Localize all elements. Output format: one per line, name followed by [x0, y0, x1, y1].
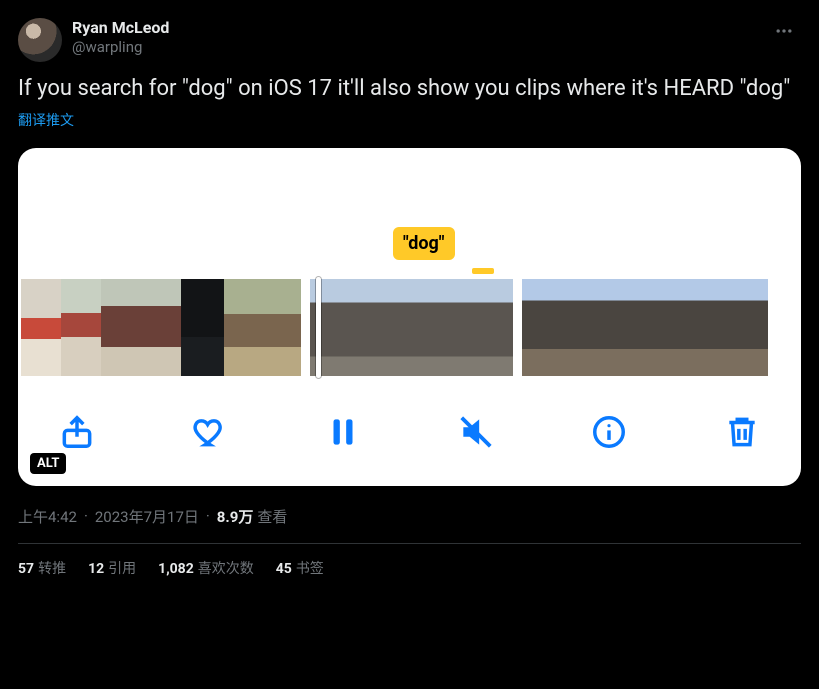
clip-group[interactable] — [522, 279, 768, 376]
display-name: Ryan McLeod — [72, 18, 169, 38]
translate-link[interactable]: 翻译推文 — [18, 110, 801, 130]
tweet-text: If you search for "dog" on iOS 17 it'll … — [18, 74, 801, 104]
info-icon — [590, 413, 628, 451]
thumbnail — [604, 279, 645, 376]
timestamp-time[interactable]: 上午4:42 — [18, 506, 77, 527]
thumbnail — [458, 279, 513, 376]
pause-icon — [324, 413, 362, 451]
video-timeline[interactable] — [18, 279, 801, 376]
user-handle: @warpling — [72, 38, 169, 57]
thumbnail — [141, 279, 181, 376]
playhead[interactable] — [316, 277, 321, 378]
stats-row: 57转推 12引用 1,082喜欢次数 45书签 — [18, 558, 801, 578]
share-button[interactable] — [58, 413, 96, 451]
divider — [18, 543, 801, 544]
bookmarks-stat[interactable]: 45书签 — [276, 558, 324, 578]
retweets-stat[interactable]: 57转推 — [18, 558, 66, 578]
tweet-container: Ryan McLeod @warpling If you search for … — [0, 0, 819, 578]
thumbnail — [522, 279, 563, 376]
likes-stat[interactable]: 1,082喜欢次数 — [158, 558, 254, 578]
thumbnail — [403, 279, 458, 376]
delete-button[interactable] — [723, 413, 761, 451]
thumbnail — [264, 279, 301, 376]
author-names[interactable]: Ryan McLeod @warpling — [72, 18, 169, 57]
thumbnail — [21, 279, 61, 376]
share-icon — [58, 413, 96, 451]
pause-button[interactable] — [324, 413, 362, 451]
views-count: 8.9万 — [217, 506, 254, 527]
thumbnail — [686, 279, 727, 376]
thumbnail — [727, 279, 768, 376]
clip-group[interactable] — [21, 279, 301, 376]
thumbnail — [563, 279, 604, 376]
separator: · — [84, 507, 88, 525]
avatar[interactable] — [18, 18, 62, 62]
more-icon — [774, 21, 794, 41]
thumbnail — [61, 279, 101, 376]
alt-badge[interactable]: ALT — [30, 453, 66, 474]
player-toolbar — [18, 402, 801, 462]
heart-icon — [191, 413, 229, 451]
more-button[interactable] — [767, 14, 801, 48]
trash-icon — [723, 413, 761, 451]
quotes-stat[interactable]: 12引用 — [88, 558, 136, 578]
thumbnail — [645, 279, 686, 376]
mute-icon — [457, 413, 495, 451]
clip-group[interactable] — [310, 279, 513, 376]
info-button[interactable] — [590, 413, 628, 451]
thumbnail — [224, 279, 264, 376]
timestamp-date[interactable]: 2023年7月17日 — [95, 506, 199, 527]
thumbnail — [101, 279, 141, 376]
thumbnail — [181, 279, 224, 376]
media-card[interactable]: "dog" — [18, 148, 801, 486]
separator: · — [206, 507, 210, 525]
search-marker — [472, 268, 494, 274]
mute-button[interactable] — [457, 413, 495, 451]
thumbnail — [348, 279, 403, 376]
tweet-meta: 上午4:42 · 2023年7月17日 · 8.9万 查看 — [18, 506, 801, 527]
like-button[interactable] — [191, 413, 229, 451]
tweet-header: Ryan McLeod @warpling — [18, 18, 801, 62]
search-term-badge: "dog" — [393, 227, 455, 260]
views-label: 查看 — [257, 506, 287, 527]
